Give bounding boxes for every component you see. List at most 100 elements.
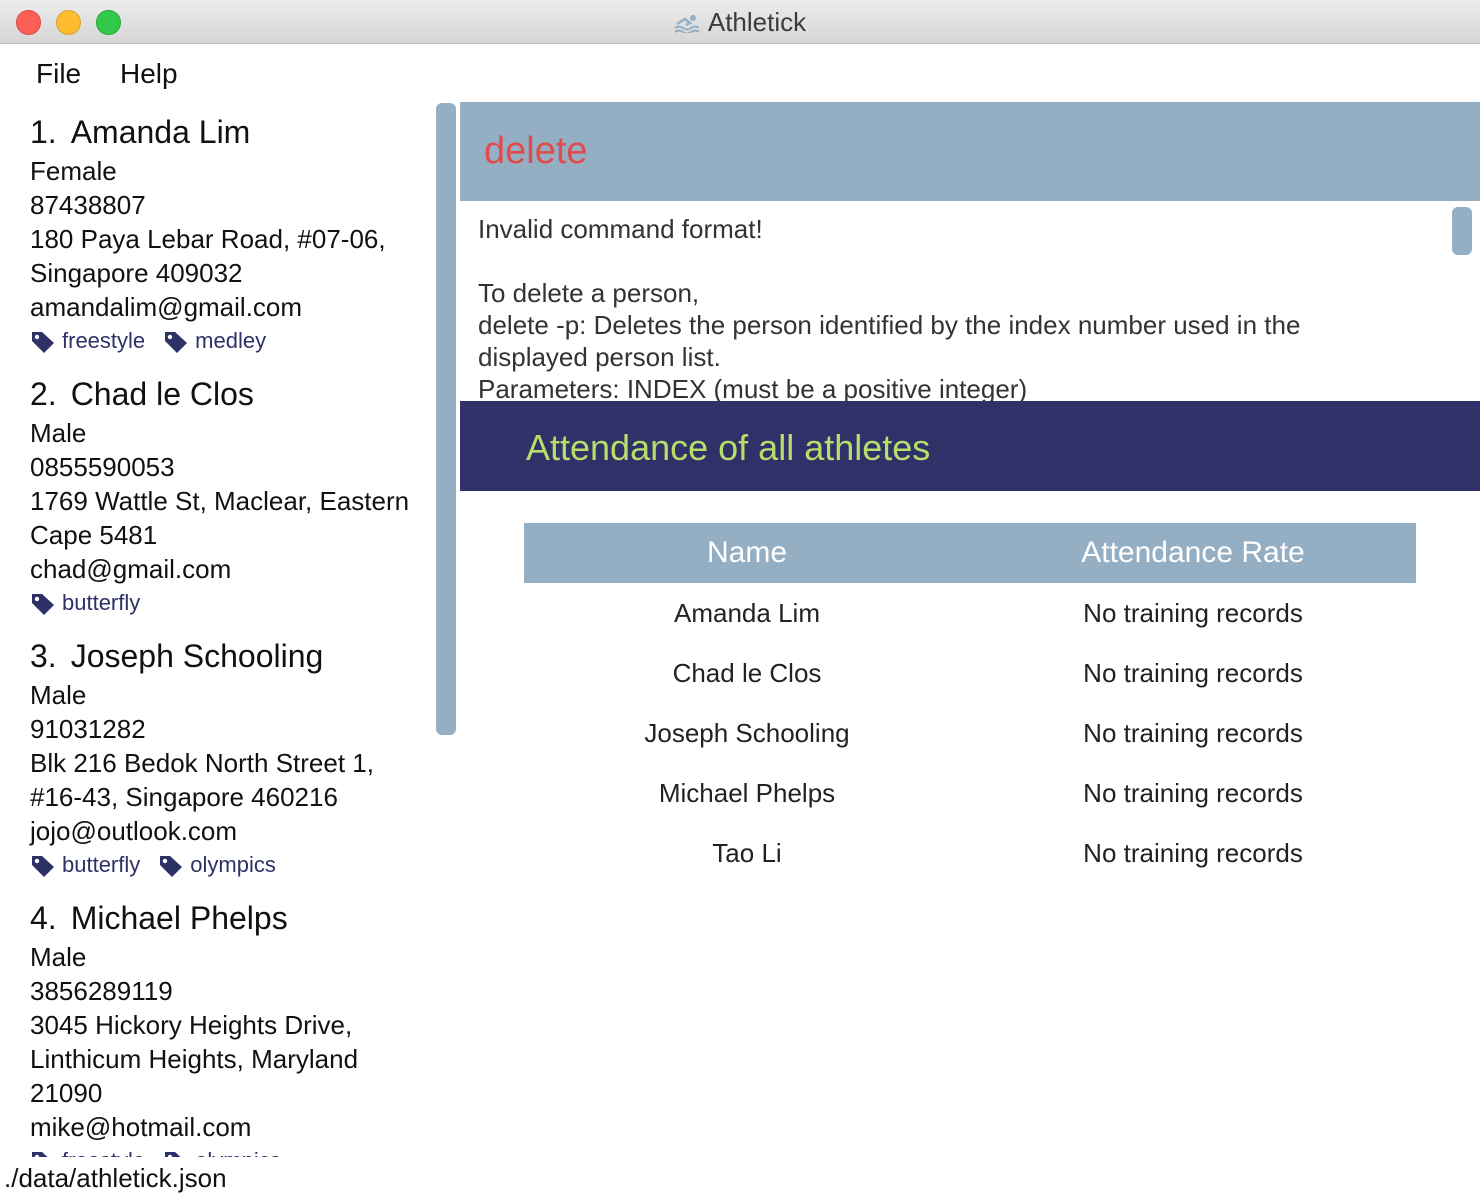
attendance-title: Attendance of all athletes bbox=[526, 427, 931, 468]
swimmer-icon bbox=[674, 9, 700, 40]
person-tags: butterfly bbox=[30, 586, 432, 620]
person-card[interactable]: 4. Michael Phelps Male 3856289119 3045 Hicko… bbox=[0, 898, 432, 1157]
tag: freestyle bbox=[30, 324, 145, 358]
person-phone: 3856289119 bbox=[30, 976, 173, 1006]
result-scrollbar[interactable] bbox=[1452, 207, 1472, 255]
attendance-name: Amanda Lim bbox=[674, 598, 820, 628]
attendance-name: Joseph Schooling bbox=[644, 718, 850, 748]
person-name-row: 2. Chad le Clos bbox=[30, 374, 432, 414]
attendance-table: Name Attendance Rate Amanda Lim No traini… bbox=[524, 523, 1416, 883]
person-tags: freestyle olympics bbox=[30, 1144, 432, 1157]
tag-label: olympics bbox=[195, 1148, 281, 1157]
person-address-line: 3045 Hickory Heights Drive, bbox=[30, 1010, 353, 1040]
person-email: jojo@outlook.com bbox=[30, 816, 238, 846]
person-gender: Male bbox=[30, 942, 87, 972]
tag-icon bbox=[163, 328, 195, 354]
person-gender: Female bbox=[30, 156, 117, 186]
window-title-container: Athletick bbox=[0, 7, 1480, 40]
attendance-name: Tao Li bbox=[712, 838, 782, 868]
person-gender: Male bbox=[30, 680, 87, 710]
tag: olympics bbox=[163, 1144, 281, 1157]
tag: medley bbox=[163, 324, 266, 358]
command-box[interactable]: delete bbox=[460, 102, 1480, 201]
tag-label: medley bbox=[195, 328, 267, 353]
person-name-row: 1. Amanda Lim bbox=[30, 112, 432, 152]
column-header-name[interactable]: Name bbox=[524, 523, 970, 583]
result-message: Invalid command format! To delete a pers… bbox=[478, 214, 1301, 401]
data-file-path: ./data/athletick.json bbox=[4, 1163, 227, 1193]
menu-help[interactable]: Help bbox=[120, 58, 178, 90]
person-address-line: 1769 Wattle St, Maclear, Eastern bbox=[30, 486, 410, 516]
title-bar: Athletick bbox=[0, 0, 1480, 44]
tag-label: olympics bbox=[190, 852, 276, 877]
tag-label: butterfly bbox=[62, 852, 141, 877]
tag-icon bbox=[30, 328, 62, 354]
person-index: 4. bbox=[30, 900, 57, 936]
person-card[interactable]: 1. Amanda Lim Female 87438807 180 Paya Lebar… bbox=[0, 102, 432, 358]
window-title: Athletick bbox=[707, 7, 807, 37]
person-address-line: Singapore 409032 bbox=[30, 258, 243, 288]
person-card[interactable]: 3. Joseph Schooling Male 91031282 Blk 216 Be… bbox=[0, 636, 432, 882]
attendance-row: Tao Li No training records bbox=[524, 823, 1416, 883]
tag-label: freestyle bbox=[62, 328, 146, 353]
tag: butterfly bbox=[30, 848, 140, 882]
person-index: 2. bbox=[30, 376, 57, 412]
person-name: Joseph Schooling bbox=[70, 638, 324, 674]
tag-label: freestyle bbox=[62, 1148, 145, 1157]
person-email: amandalim@gmail.com bbox=[30, 292, 303, 322]
menu-file[interactable]: File bbox=[36, 58, 81, 90]
tag: freestyle bbox=[30, 1144, 145, 1157]
person-address-line: 21090 bbox=[30, 1078, 103, 1108]
tag-icon bbox=[30, 852, 62, 878]
attendance-rate: No training records bbox=[1083, 598, 1303, 628]
tag-icon bbox=[163, 1148, 195, 1157]
tag-icon bbox=[30, 1148, 62, 1157]
attendance-header: Attendance of all athletes bbox=[460, 401, 1480, 491]
person-index: 1. bbox=[30, 114, 57, 150]
attendance-rate: No training records bbox=[1083, 778, 1303, 808]
person-name: Michael Phelps bbox=[70, 900, 288, 936]
person-email: mike@hotmail.com bbox=[30, 1112, 252, 1142]
attendance-row: Michael Phelps No training records bbox=[524, 763, 1416, 823]
attendance-row: Amanda Lim No training records bbox=[524, 583, 1416, 643]
person-address-line: Blk 216 Bedok North Street 1, bbox=[30, 748, 374, 778]
person-name-row: 4. Michael Phelps bbox=[30, 898, 432, 938]
person-phone: 87438807 bbox=[30, 190, 146, 220]
attendance-name: Michael Phelps bbox=[658, 778, 836, 808]
command-input[interactable]: delete bbox=[484, 130, 588, 173]
person-phone: 0855590053 bbox=[30, 452, 175, 482]
tag-icon bbox=[158, 852, 190, 878]
person-tags: butterfly olympics bbox=[30, 848, 432, 882]
person-name-row: 3. Joseph Schooling bbox=[30, 636, 432, 676]
attendance-row: Chad le Clos No training records bbox=[524, 643, 1416, 703]
person-card[interactable]: 2. Chad le Clos Male 0855590053 1769 Wattle … bbox=[0, 374, 432, 620]
status-bar: ./data/athletick.json bbox=[0, 1157, 1480, 1200]
person-address-line: #16-43, Singapore 460216 bbox=[30, 782, 338, 812]
attendance-rate: No training records bbox=[1083, 838, 1303, 868]
tag-label: butterfly bbox=[62, 590, 141, 615]
person-address-line: Linthicum Heights, Maryland bbox=[30, 1044, 359, 1074]
person-name: Chad le Clos bbox=[70, 376, 254, 412]
tag: olympics bbox=[158, 848, 276, 882]
tag: butterfly bbox=[30, 586, 140, 620]
menu-bar: File Help bbox=[0, 44, 1480, 102]
attendance-name: Chad le Clos bbox=[672, 658, 822, 688]
attendance-table-header: Name Attendance Rate bbox=[524, 523, 1416, 583]
person-address-line: 180 Paya Lebar Road, #07-06, bbox=[30, 224, 386, 254]
person-name: Amanda Lim bbox=[70, 114, 251, 150]
attendance-rate: No training records bbox=[1083, 658, 1303, 688]
person-list-scrollbar[interactable] bbox=[436, 103, 456, 735]
person-phone: 91031282 bbox=[30, 714, 146, 744]
person-tags: freestyle medley bbox=[30, 324, 432, 358]
column-header-attendance-rate[interactable]: Attendance Rate bbox=[970, 523, 1416, 583]
result-display: Invalid command format! To delete a pers… bbox=[460, 201, 1480, 401]
attendance-row: Joseph Schooling No training records bbox=[524, 703, 1416, 763]
attendance-rate: No training records bbox=[1083, 718, 1303, 748]
person-list[interactable]: 1. Amanda Lim Female 87438807 180 Paya Lebar… bbox=[0, 102, 432, 1157]
tag-icon bbox=[30, 590, 62, 616]
person-address-line: Cape 5481 bbox=[30, 520, 158, 550]
person-email: chad@gmail.com bbox=[30, 554, 232, 584]
person-index: 3. bbox=[30, 638, 57, 674]
person-gender: Male bbox=[30, 418, 87, 448]
attendance-table-body: Amanda Lim No training records Chad le Clo… bbox=[524, 583, 1416, 883]
